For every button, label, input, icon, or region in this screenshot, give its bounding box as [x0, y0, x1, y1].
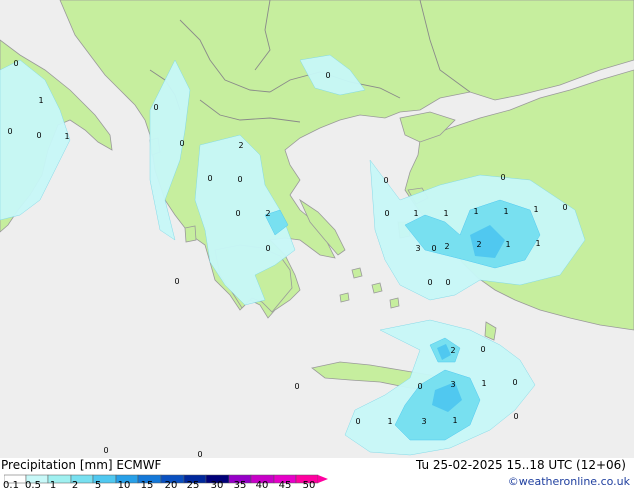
cyclades-3 — [339, 292, 350, 303]
precip-value-label: 0 — [562, 203, 567, 212]
precip-value-label: 0 — [7, 127, 12, 136]
precip-value-label: 1 — [452, 416, 457, 425]
precip-value-label: 0 — [197, 450, 202, 458]
precip-value-label: 0 — [445, 278, 450, 287]
precip-value-label: 3 — [415, 244, 420, 253]
colorbar-tick-label: 30 — [210, 480, 224, 491]
precip-value-label: 0 — [384, 209, 389, 218]
precip-value-label: 1 — [533, 205, 538, 214]
precip-value-label: 3 — [421, 417, 426, 426]
precip-value-label: 2 — [265, 209, 270, 218]
precip-value-label: 0 — [325, 71, 330, 80]
precip-value-label: 1 — [387, 417, 392, 426]
map-title: Precipitation [mm] ECMWF — [1, 458, 162, 472]
precip-value-label: 0 — [480, 345, 485, 354]
colorbar-tick-label: 20 — [164, 480, 178, 491]
precip-value-label: 0 — [235, 209, 240, 218]
precip-value-label: 1 — [505, 240, 510, 249]
colorbar-tick-label: 5 — [94, 480, 102, 491]
precip-value-label: 1 — [473, 207, 478, 216]
precip-value-label: 0 — [427, 278, 432, 287]
precip-value-label: 0 — [500, 173, 505, 182]
precip-value-label: 3 — [450, 380, 455, 389]
precip-value-label: 0 — [431, 244, 436, 253]
precip-value-label: 0 — [265, 244, 270, 253]
colorbar-tick-label: 0.5 — [25, 480, 41, 491]
precip-value-label: 0 — [417, 382, 422, 391]
precip-value-label: 1 — [503, 207, 508, 216]
precip-value-label: 0 — [103, 446, 108, 455]
precip-value-label: 1 — [481, 379, 486, 388]
precip-value-label: 0 — [237, 175, 242, 184]
cyclades-4 — [389, 297, 400, 309]
precip-value-label: 2 — [476, 240, 481, 249]
footer: Precipitation [mm] ECMWF Tu 25-02-2025 1… — [0, 458, 634, 491]
colorbar-tick-label: 15 — [140, 480, 154, 491]
colorbar-arrow — [318, 475, 328, 483]
kefalonia — [184, 225, 197, 243]
precipitation-map: 0101000 20 00 200001 13 200101 1 02 1 10 02 00 3 1 00 1… — [0, 0, 634, 458]
colorbar-tick-label: 35 — [233, 480, 247, 491]
colorbar-tick-label: 10 — [117, 480, 131, 491]
colorbar-tick-label: 50 — [302, 480, 316, 491]
precip-value-label: 1 — [443, 209, 448, 218]
precip-value-label: 1 — [413, 209, 418, 218]
colorbar-tick-label: 45 — [278, 480, 292, 491]
precip-value-label: 0 — [36, 131, 41, 140]
colorbar-tick-label: 40 — [255, 480, 269, 491]
precip-value-label: 0 — [179, 139, 184, 148]
precip-value-label: 0 — [355, 417, 360, 426]
colorbar-tick-label: 2 — [71, 480, 79, 491]
precip-value-label: 0 — [153, 103, 158, 112]
cyclades-2 — [371, 282, 383, 294]
precip-value-label: 0 — [207, 174, 212, 183]
precip-value-label: 0 — [294, 382, 299, 391]
precip-value-label: 0 — [513, 412, 518, 421]
colorbar-tick-label: 0.1 — [3, 480, 19, 491]
precip-value-label: 1 — [535, 239, 540, 248]
precip-value-label: 2 — [238, 141, 243, 150]
colorbar-tick-label: 25 — [186, 480, 200, 491]
colorbar-tick-label: 1 — [49, 480, 57, 491]
cyclades-1 — [351, 267, 363, 279]
credit-link[interactable]: ©weatheronline.co.uk — [508, 475, 630, 488]
precip-value-label: 0 — [13, 59, 18, 68]
precip-value-label: 1 — [64, 132, 69, 141]
precip-value-label: 0 — [512, 378, 517, 387]
precip-value-label: 2 — [444, 242, 449, 251]
precip-value-label: 2 — [450, 346, 455, 355]
precip-value-label: 0 — [174, 277, 179, 286]
validity-time: Tu 25-02-2025 15..18 UTC (12+06) — [415, 458, 626, 472]
precip-value-label: 0 — [383, 176, 388, 185]
precip-value-label: 1 — [38, 96, 43, 105]
